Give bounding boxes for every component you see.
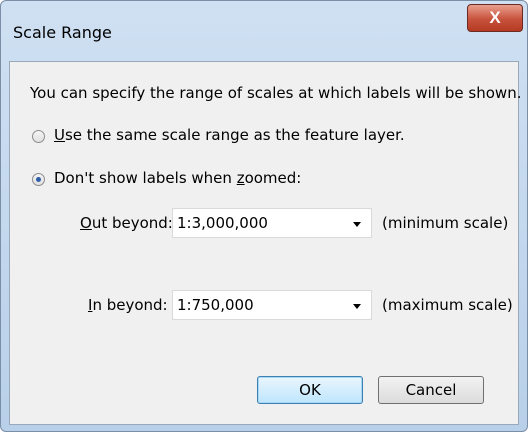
in-beyond-label: In beyond:	[88, 296, 168, 314]
dialog-body: You can specify the range of scales at w…	[9, 61, 522, 425]
window-title: Scale Range	[13, 23, 112, 42]
ok-button[interactable]: OK	[257, 376, 363, 404]
scale-range-dialog: Scale Range X You can specify the range …	[0, 0, 528, 432]
radio-dont-show[interactable]	[32, 173, 45, 186]
radio-same-range-label[interactable]: Use the same scale range as the feature …	[54, 126, 405, 144]
description-text: You can specify the range of scales at w…	[30, 84, 522, 102]
out-beyond-value: 1:3,000,000	[177, 214, 268, 232]
in-beyond-value: 1:750,000	[177, 296, 254, 314]
close-button[interactable]: X	[467, 4, 523, 32]
out-beyond-note: (minimum scale)	[382, 214, 509, 232]
radio-dont-show-label[interactable]: Don't show labels when zoomed:	[54, 169, 301, 187]
close-icon: X	[489, 8, 501, 27]
cancel-button[interactable]: Cancel	[378, 376, 484, 404]
in-beyond-note: (maximum scale)	[382, 296, 513, 314]
out-beyond-label: Out beyond:	[80, 214, 173, 232]
in-beyond-combo[interactable]: 1:750,000	[172, 290, 372, 320]
radio-same-range[interactable]	[32, 130, 45, 143]
out-beyond-combo[interactable]: 1:3,000,000	[172, 208, 372, 238]
chevron-down-icon[interactable]	[353, 222, 361, 227]
chevron-down-icon[interactable]	[353, 304, 361, 309]
title-bar[interactable]: Scale Range X	[1, 1, 527, 61]
